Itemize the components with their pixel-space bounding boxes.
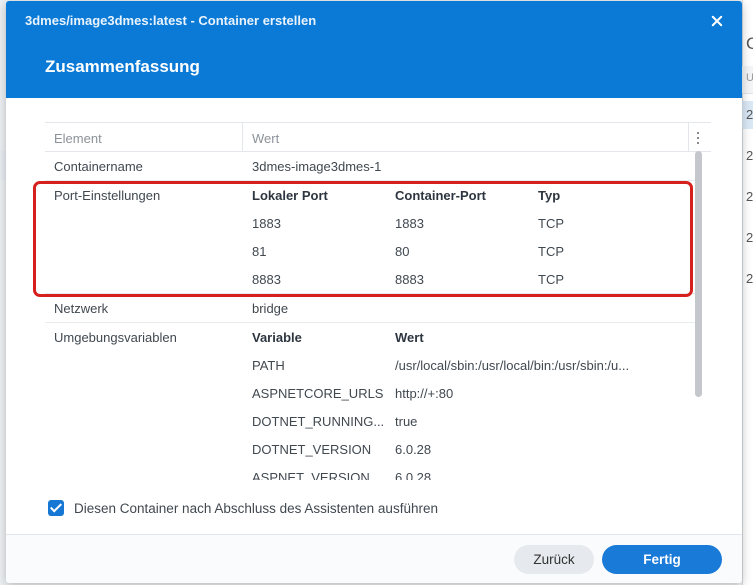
background-row-value: 2	[746, 230, 753, 245]
env-variable-name: PATH	[252, 358, 285, 373]
env-header-value: Wert	[395, 330, 424, 345]
env-variable-name: DOTNET_RUNNING...	[252, 414, 385, 429]
table-row-containername: Containername 3dmes-image3dmes-1	[45, 152, 697, 181]
container-name-value: 3dmes-image3dmes-1	[252, 159, 382, 174]
background-row-value: 2	[746, 107, 753, 122]
background-row-value: 2	[746, 148, 753, 163]
background-header-letter: C	[746, 34, 753, 53]
env-variable-value: 6.0.28	[395, 442, 432, 457]
dialog-subtitle: Zusammenfassung	[45, 57, 200, 76]
env-variable-value: /usr/local/sbin:/usr/local/bin:/usr/sbin…	[395, 358, 630, 373]
column-header-element[interactable]: Element	[54, 131, 102, 146]
env-variable-name: DOTNET_VERSION	[252, 442, 372, 457]
table-row-environment: Umgebungsvariablen Variable Wert PATH /u…	[45, 323, 697, 480]
env-variable-value: 6.0.28	[395, 470, 432, 480]
env-variable-value: http://+:80	[395, 386, 454, 401]
network-value: bridge	[252, 301, 289, 316]
dialog-title: 3dmes/image3dmes:latest - Container erst…	[25, 13, 317, 28]
column-divider	[242, 123, 243, 152]
background-row-value: 2	[746, 189, 753, 204]
port-settings-highlight-box	[33, 181, 693, 297]
close-icon[interactable]	[706, 11, 728, 33]
row-label: Umgebungsvariablen	[54, 330, 177, 345]
dialog-header: 3dmes/image3dmes:latest - Container erst…	[6, 1, 742, 98]
env-variable-value: true	[395, 414, 418, 429]
table-header: Element Wert	[45, 122, 711, 152]
env-header-variable: Variable	[252, 330, 302, 345]
table-scrollbar[interactable]	[695, 151, 702, 397]
run-after-wizard-checkbox[interactable]	[48, 500, 64, 516]
run-after-wizard-label[interactable]: Diesen Container nach Abschluss des Assi…	[74, 501, 438, 516]
column-menu-icon[interactable]	[694, 130, 702, 146]
back-button[interactable]: Zurück	[514, 545, 594, 574]
finish-button[interactable]: Fertig	[602, 545, 722, 574]
column-divider	[688, 123, 689, 152]
env-variable-name: ASPNETCORE_URLS	[252, 386, 384, 401]
background-row-value: 2	[746, 271, 753, 286]
table-row-network: Netzwerk bridge	[45, 294, 697, 323]
row-label: Netzwerk	[54, 301, 109, 316]
background-column-letter: U	[746, 72, 753, 84]
column-header-value[interactable]: Wert	[252, 131, 279, 146]
dialog-footer: Zurück Fertig	[6, 534, 742, 583]
summary-table: Element Wert Containername 3dmes-image3d…	[45, 122, 711, 480]
row-label: Containername	[54, 159, 143, 174]
env-variable-name: ASPNET_VERSION	[252, 470, 370, 480]
